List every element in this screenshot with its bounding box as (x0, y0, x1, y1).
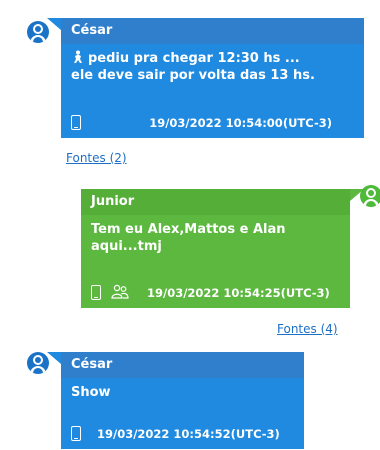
message-timestamp: 19/03/2022 10:54:52(UTC-3) (97, 427, 280, 441)
sources-link[interactable]: Fontes (2) (66, 151, 127, 165)
avatar-cesar-1 (27, 21, 49, 43)
message-sender: César (61, 18, 364, 44)
person-walking-icon (74, 50, 82, 63)
phone-icon (91, 285, 101, 300)
message-sender: César (61, 352, 304, 378)
phone-icon (71, 115, 81, 130)
message-timestamp: 19/03/2022 10:54:00(UTC-3) (149, 116, 332, 130)
message-footer: 19/03/2022 10:54:25(UTC-3) (91, 284, 340, 302)
message-sender: Junior (81, 189, 350, 215)
group-icon (111, 284, 129, 299)
message-footer: 19/03/2022 10:54:52(UTC-3) (71, 425, 294, 443)
message-text: Show (71, 385, 111, 400)
message-text: Tem eu Alex,Mattos e Alan aqui...tmj (91, 222, 286, 254)
sources-link[interactable]: Fontes (4) (277, 322, 338, 336)
message-bubble-1: César pediu pra chegar 12:30 hs ... ele … (47, 18, 364, 138)
message-bubble-2: Junior Tem eu Alex,Mattos e Alan aqui...… (81, 189, 364, 308)
message-timestamp: 19/03/2022 10:54:25(UTC-3) (147, 286, 330, 300)
message-bubble-3: César Show 19/03/2022 10:54:52(UTC-3) (47, 352, 304, 449)
message-footer: 19/03/2022 10:54:00(UTC-3) (71, 114, 354, 132)
message-text: pediu pra chegar 12:30 hs ... ele deve s… (71, 50, 315, 83)
avatar-junior (360, 185, 380, 207)
avatar-cesar-2 (27, 352, 49, 374)
phone-icon (71, 426, 81, 441)
